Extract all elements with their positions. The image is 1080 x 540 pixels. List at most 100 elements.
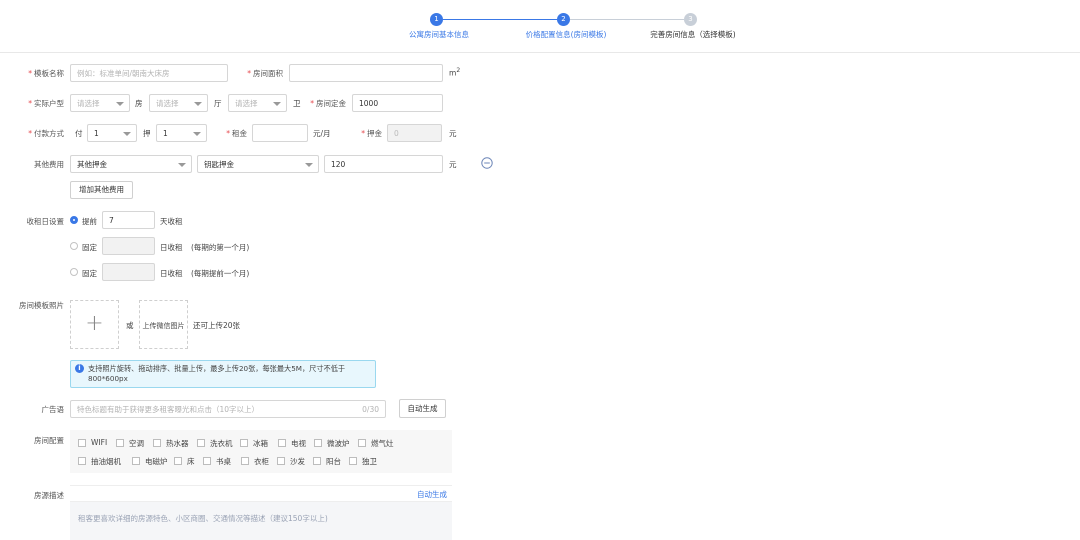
facility-label: 热水器 [166,439,189,448]
chevron-down-icon [178,163,186,167]
chevron-down-icon [273,102,281,106]
step-3-indicator[interactable]: 3 [684,13,697,26]
facility-label: 冰箱 [253,439,268,448]
pay-months-select[interactable]: 1 [87,124,137,142]
chevron-down-icon [194,102,202,106]
facility-checkbox[interactable] [313,457,321,465]
bath-count-select[interactable]: 请选择 [228,94,287,112]
facility-checkbox[interactable] [116,439,124,447]
step-connector-1 [443,19,557,20]
facility-checkbox[interactable] [278,439,286,447]
template-name-input[interactable]: 例如：标准单间/朝南大床房 [70,64,228,82]
ad-input[interactable]: 特色标题有助于获得更多租客曝光和点击（10字以上） 0/30 [70,400,386,418]
facility-label: 抽油烟机 [91,457,121,466]
upload-or-text: 或 [126,321,134,330]
payment-label: * 付款方式 [28,129,64,138]
deposit-label: * 押金 [361,129,382,138]
add-other-fee-button[interactable]: 增加其他费用 [70,181,133,199]
room-suffix: 房 [135,99,143,108]
step-3-label[interactable]: 完善房间信息（选择模板) [650,29,735,40]
facility-label: 燃气灶 [371,439,394,448]
facility-checkbox[interactable] [240,439,248,447]
description-placeholder: 租客更喜欢详细的房源特色、小区商圈、交通情况等描述（建议150字以上) [78,514,328,523]
facility-label: 沙发 [290,457,305,466]
description-textarea[interactable]: 自动生成 租客更喜欢详细的房源特色、小区商圈、交通情况等描述（建议150字以上) [70,485,452,540]
rent-unit: 元/月 [313,129,331,138]
other-fees-label: 其他费用 [34,160,64,169]
rent-day-fixed-input-2[interactable] [102,263,155,281]
room-area-unit: m2 [449,67,461,78]
header-divider [0,52,1080,53]
rent-day-advance-radio[interactable] [70,216,78,224]
hall-count-select[interactable]: 请选择 [149,94,208,112]
rent-day-advance-input[interactable]: 7 [102,211,155,229]
facility-checkbox[interactable] [349,457,357,465]
step-1-indicator[interactable]: 1 [430,13,443,26]
wechat-upload-label: 上传微信图片 [142,322,185,330]
rent-day-fixed-radio-1[interactable] [70,242,78,250]
facility-checkbox[interactable] [314,439,322,447]
facility-checkbox[interactable] [197,439,205,447]
fee-name-select[interactable]: 钥匙押金 [197,155,319,173]
step-1-label[interactable]: 公寓房间基本信息 [409,29,469,40]
rent-day-fixed-radio-2[interactable] [70,268,78,276]
hall-suffix: 厅 [214,99,222,108]
facility-label: 微波炉 [327,439,350,448]
facility-checkbox[interactable] [203,457,211,465]
layout-label: * 实际户型 [28,99,64,108]
plus-icon: + [85,311,104,336]
facility-label: 空调 [129,439,144,448]
facility-checkbox[interactable] [132,457,140,465]
facility-checkbox[interactable] [153,439,161,447]
rent-day-fixed-input-1[interactable] [102,237,155,255]
photo-info-text: 支持照片旋转、拖动排序、批量上传，最多上传20张，每张最大5M，尺寸不低于800… [88,364,346,383]
room-count-select[interactable]: 请选择 [70,94,130,112]
facility-label: 阳台 [326,457,341,466]
facility-label: 衣柜 [254,457,269,466]
facility-label: WIFI [91,438,108,447]
ad-label: 广告语 [41,405,65,414]
fee-unit: 元 [449,160,457,169]
room-area-input[interactable] [289,64,443,82]
facility-checkbox[interactable] [78,439,86,447]
facility-checkbox[interactable] [174,457,182,465]
facility-checkbox[interactable] [358,439,366,447]
rent-input[interactable] [252,124,308,142]
facility-checkbox[interactable] [241,457,249,465]
rent-day-label: 收租日设置 [26,217,65,226]
rent-day-advance-prefix: 提前 [82,217,97,226]
step-connector-2 [570,19,684,20]
chevron-down-icon [123,132,131,136]
photo-upload-button[interactable]: + [70,300,119,349]
deposit-unit: 元 [449,129,457,138]
facilities-label: 房间配置 [34,436,64,445]
wechat-upload-button[interactable]: 上传微信图片 [139,300,188,349]
bet-months-select[interactable]: 1 [156,124,207,142]
description-auto-generate[interactable]: 自动生成 [417,489,447,500]
ad-counter: 0/30 [362,405,379,414]
deposit-fixed-label: * 房间定金 [310,99,346,108]
rent-day-fixed-prefix-1: 固定 [82,243,97,252]
chevron-down-icon [305,163,313,167]
photo-info-box: i 支持照片旋转、拖动排序、批量上传，最多上传20张，每张最大5M，尺寸不低于8… [70,360,376,388]
remove-fee-icon[interactable] [481,157,493,169]
deposit-fixed-input[interactable]: 1000 [352,94,443,112]
chevron-down-icon [193,132,201,136]
rent-day-fixed-prefix-2: 固定 [82,269,97,278]
facility-label: 电磁炉 [145,457,168,466]
description-header [70,486,452,502]
facility-checkbox[interactable] [78,457,86,465]
info-icon: i [75,364,84,373]
facility-checkbox[interactable] [277,457,285,465]
room-area-label: * 房间面积 [247,69,283,78]
rent-day-fixed-suffix-2: 日收租 [160,269,183,278]
rent-day-fixed-suffix-1: 日收租 [160,243,183,252]
deposit-input[interactable]: 0 [387,124,442,142]
facility-label: 床 [187,457,195,466]
ad-auto-generate-button[interactable]: 自动生成 [399,399,446,418]
step-2-indicator[interactable]: 2 [557,13,570,26]
bet-prefix: 押 [143,129,151,138]
step-2-label[interactable]: 价格配置信息(房间模板) [526,29,607,40]
fee-amount-input[interactable]: 120 [324,155,443,173]
fee-type-select[interactable]: 其他押金 [70,155,192,173]
